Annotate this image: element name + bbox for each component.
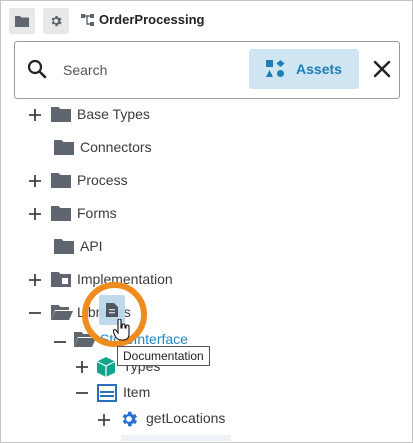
folder-icon xyxy=(54,239,74,254)
tooltip: Documentation xyxy=(117,346,210,366)
search-input[interactable] xyxy=(61,56,245,84)
settings-button[interactable] xyxy=(43,8,69,34)
collapse-icon[interactable] xyxy=(28,306,42,320)
flow-icon xyxy=(81,13,94,26)
cube-icon xyxy=(96,357,116,377)
expand-icon[interactable] xyxy=(75,360,89,374)
tree-item-get-locations[interactable]: getLocations xyxy=(146,410,225,426)
folder-icon xyxy=(51,206,71,221)
search-panel: Assets xyxy=(14,41,400,99)
folder-icon xyxy=(51,107,71,122)
breadcrumb-label: OrderProcessing xyxy=(99,12,205,27)
expand-icon[interactable] xyxy=(28,207,42,221)
explorer-panel: OrderProcessing Assets Base Types Connec… xyxy=(0,0,413,443)
tree-item-item[interactable]: Item xyxy=(123,384,150,400)
folder-icon xyxy=(15,16,29,27)
partial-row xyxy=(121,435,231,441)
close-icon[interactable] xyxy=(372,59,392,79)
expand-icon[interactable] xyxy=(28,108,42,122)
folder-icon xyxy=(54,140,74,155)
assets-button-label: Assets xyxy=(296,61,342,77)
list-type-icon xyxy=(97,384,117,402)
tree-item-forms[interactable]: Forms xyxy=(77,205,117,221)
folder-view-button[interactable] xyxy=(9,8,35,34)
hand-cursor-icon xyxy=(113,319,130,341)
top-bar: OrderProcessing xyxy=(1,1,412,39)
breadcrumb[interactable]: OrderProcessing xyxy=(81,12,205,27)
expand-icon[interactable] xyxy=(28,174,42,188)
open-folder-icon xyxy=(51,305,73,320)
expand-icon[interactable] xyxy=(97,413,111,427)
library-folder-icon xyxy=(51,272,71,287)
gear-icon xyxy=(122,411,137,427)
search-icon xyxy=(27,59,47,79)
document-icon xyxy=(106,303,118,317)
collapse-icon[interactable] xyxy=(75,386,89,400)
expand-icon[interactable] xyxy=(28,273,42,287)
tree-item-base-types[interactable]: Base Types xyxy=(77,106,150,122)
collapse-icon[interactable] xyxy=(53,335,67,349)
tree-item-connectors[interactable]: Connectors xyxy=(80,139,152,155)
tree-item-api[interactable]: API xyxy=(80,238,103,254)
tree-item-process[interactable]: Process xyxy=(77,172,128,188)
folder-icon xyxy=(51,173,71,188)
gear-icon xyxy=(51,15,62,27)
assets-icon xyxy=(266,60,285,77)
assets-button[interactable]: Assets xyxy=(249,49,359,89)
